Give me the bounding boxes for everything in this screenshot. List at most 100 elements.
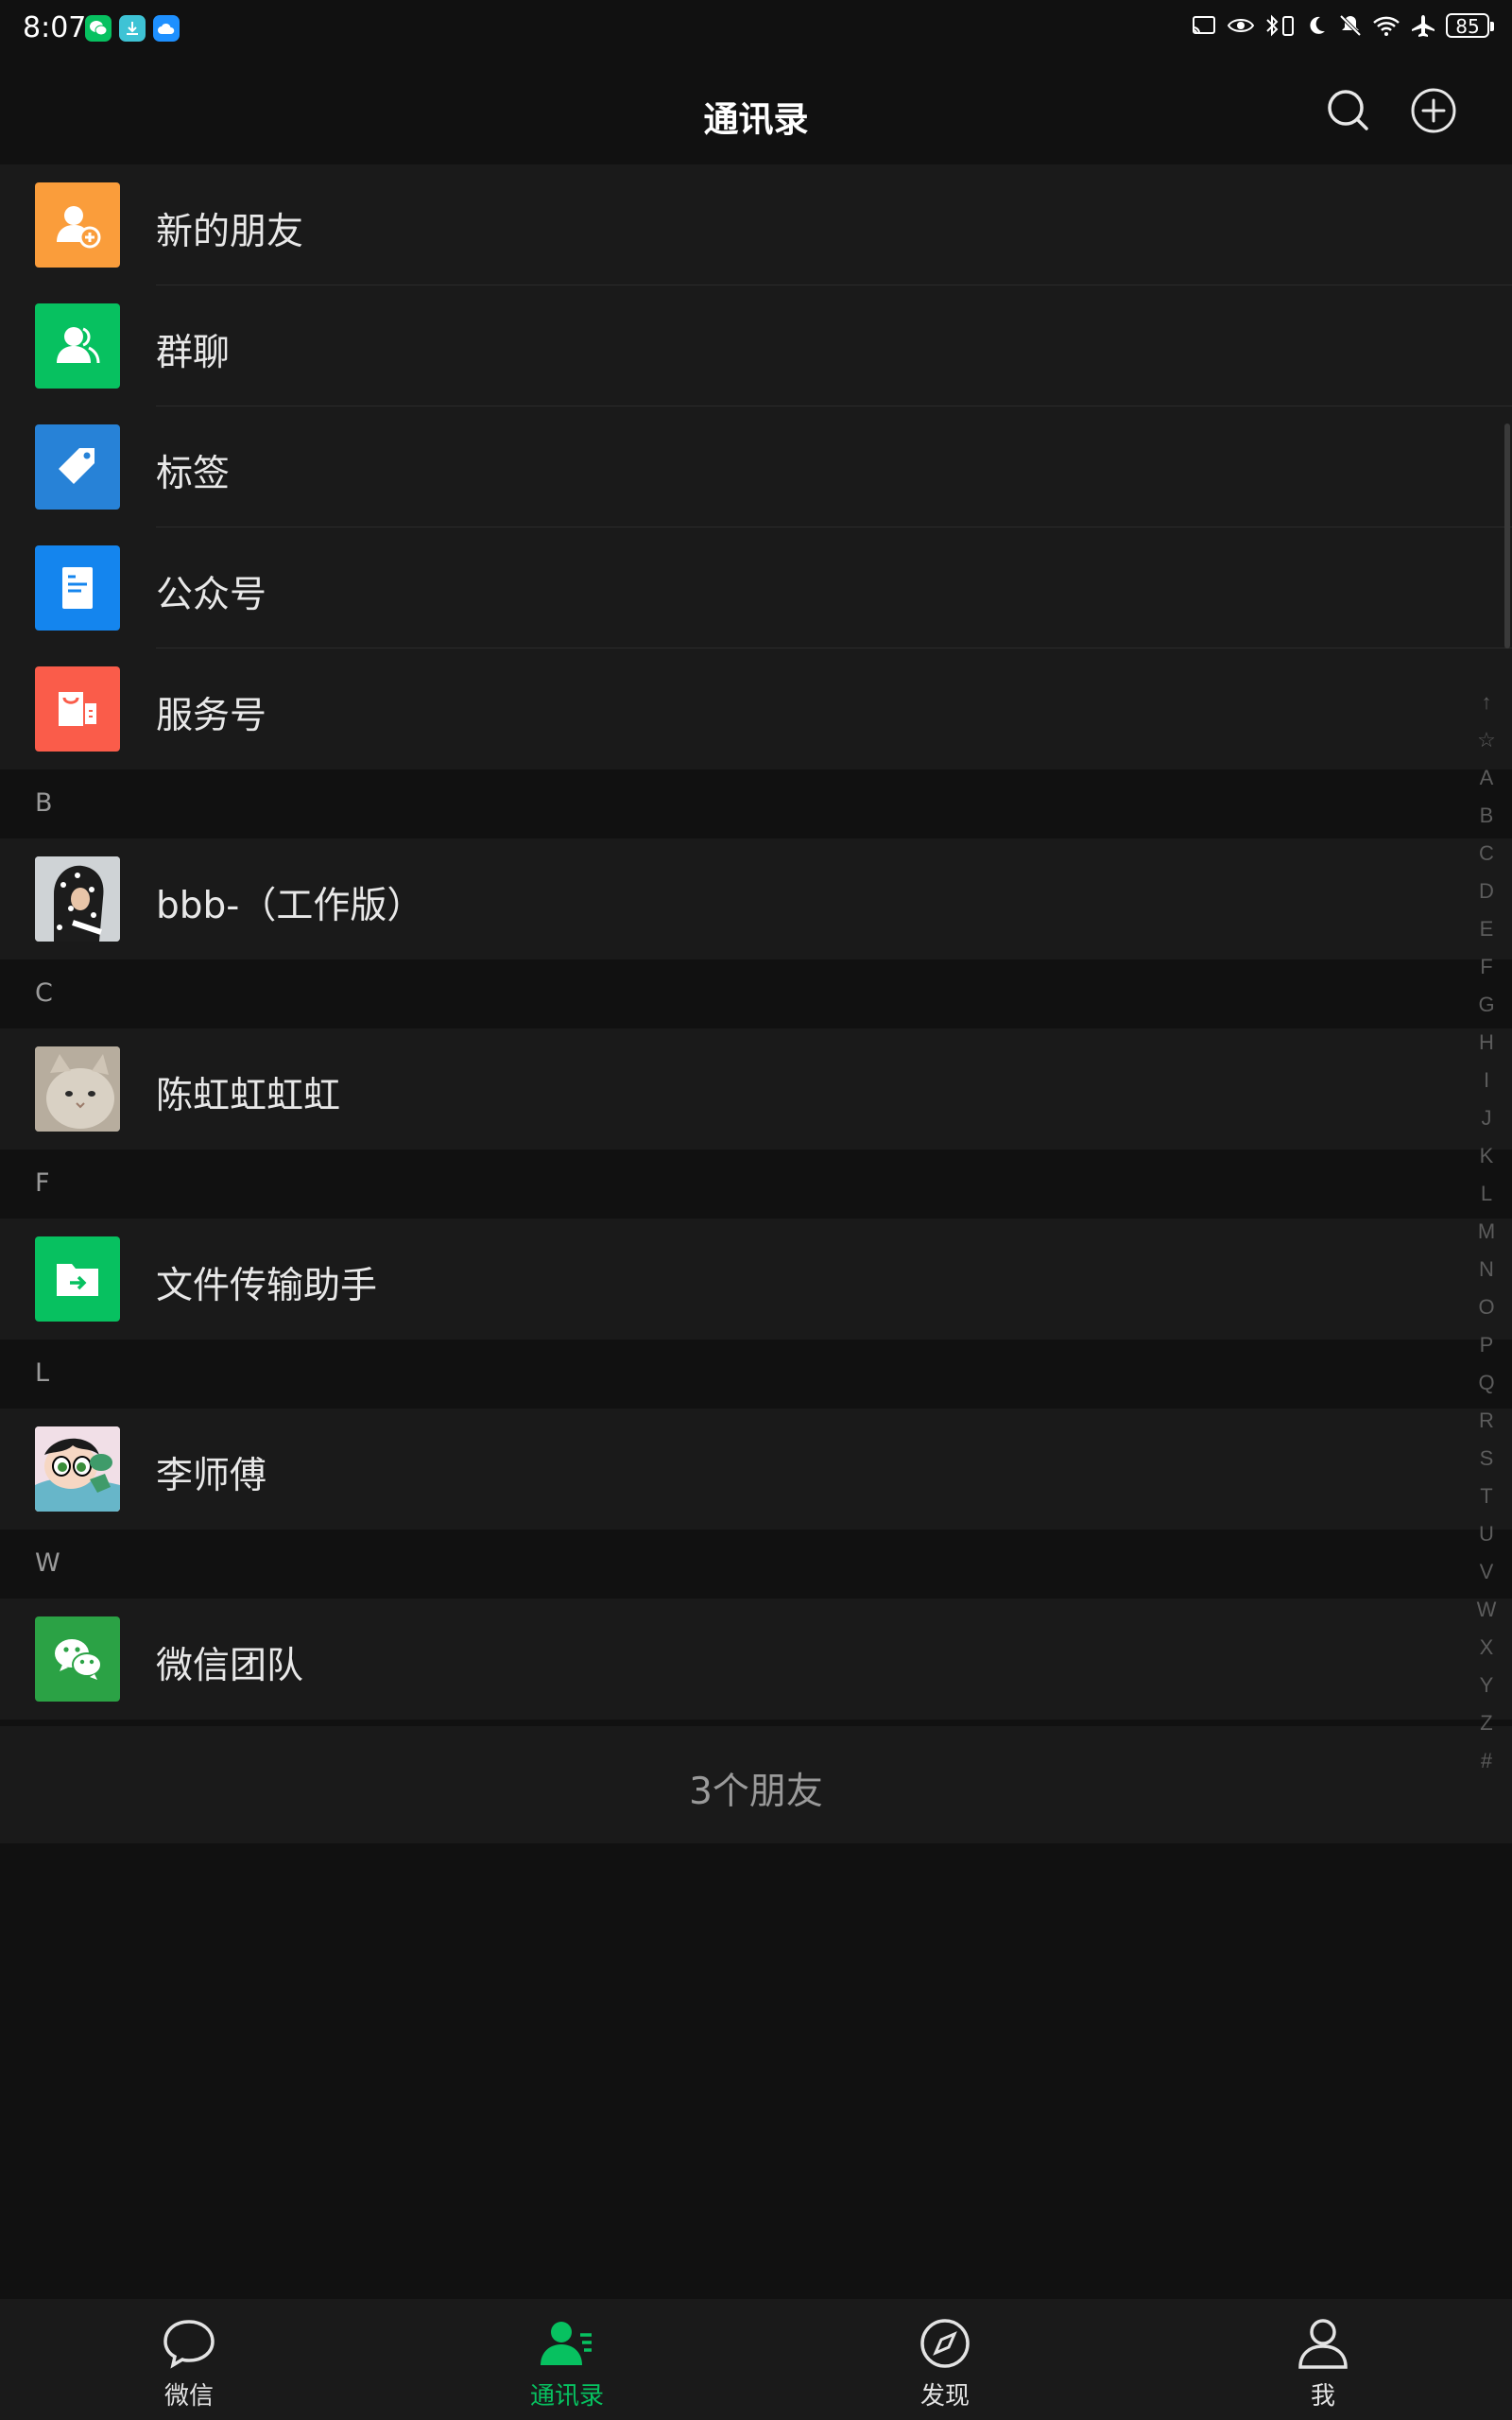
index-letter[interactable]: H [1470, 1024, 1503, 1062]
moon-icon [1310, 16, 1325, 34]
avatar [35, 856, 120, 942]
tags-item[interactable]: 标签 [0, 406, 1512, 527]
index-letter[interactable]: U [1470, 1515, 1503, 1553]
wechat-logo-icon [35, 1616, 120, 1702]
file-transfer-icon [35, 1236, 120, 1322]
bottom-navigation: 微信 通讯录 发现 我 [0, 2299, 1512, 2420]
cast-icon [1193, 16, 1215, 34]
index-letter[interactable]: E [1470, 910, 1503, 948]
wechat-notification-icon [85, 15, 112, 42]
group-chat-icon [35, 303, 120, 389]
new-friends-item[interactable]: 新的朋友 [0, 164, 1512, 285]
contact-row[interactable]: 陈虹虹虹虹 [0, 1028, 1512, 1150]
section-header-c: C [0, 959, 1512, 1028]
avatar [35, 1046, 120, 1132]
alphabet-index-bar[interactable]: ↑ ☆ A B C D E F G H I J K L M N O P Q R S T U V W X Y Z # [1470, 683, 1503, 1780]
contact-name: 微信团队 [156, 1645, 304, 1687]
index-letter[interactable]: A [1470, 759, 1503, 797]
index-letter[interactable]: B [1470, 797, 1503, 835]
section-header-w: W [0, 1530, 1512, 1599]
page-title: 通讯录 [703, 99, 809, 140]
search-button[interactable] [1325, 87, 1372, 134]
index-letter[interactable]: S [1470, 1440, 1503, 1478]
official-account-icon [35, 545, 120, 631]
contact-row[interactable]: 微信团队 [0, 1599, 1512, 1720]
feature-list: 新的朋友 群聊 标签 公众号 服务号 [0, 164, 1512, 769]
index-letter[interactable]: M [1470, 1213, 1503, 1251]
index-letter[interactable]: G [1470, 986, 1503, 1024]
feature-label: 新的朋友 [156, 211, 304, 253]
tab-label: 发现 [919, 2382, 970, 2411]
contact-name: 陈虹虹虹虹 [156, 1075, 341, 1117]
contacts-icon [541, 2322, 592, 2365]
battery-indicator: 85 [1446, 13, 1494, 38]
notification-icons [85, 15, 180, 42]
bluetooth-battery-icon [1266, 14, 1294, 37]
index-letter[interactable]: O [1470, 1288, 1503, 1326]
search-icon [1328, 90, 1368, 130]
cloud-notification-icon [153, 15, 180, 42]
index-letter[interactable]: X [1470, 1629, 1503, 1667]
tab-contacts[interactable]: 通讯录 [378, 2299, 756, 2420]
index-letter[interactable]: W [1470, 1591, 1503, 1629]
plus-circle-icon [1411, 88, 1456, 133]
avatar [35, 1426, 120, 1512]
index-letter[interactable]: ↑ [1470, 683, 1503, 721]
add-friend-icon [35, 182, 120, 268]
section-letter: L [35, 1358, 50, 1388]
contact-row[interactable]: bbb-（工作版） [0, 838, 1512, 959]
index-letter[interactable]: I [1470, 1062, 1503, 1099]
status-icons: 85 [1191, 13, 1494, 38]
compass-icon [920, 2319, 970, 2368]
eye-icon [1227, 19, 1255, 32]
tab-me[interactable]: 我 [1134, 2299, 1512, 2420]
index-letter[interactable]: # [1470, 1742, 1503, 1780]
contact-row[interactable]: 李师傅 [0, 1409, 1512, 1530]
feature-label: 服务号 [156, 695, 267, 737]
index-letter[interactable]: C [1470, 835, 1503, 873]
section-header-l: L [0, 1340, 1512, 1409]
section-letter: C [35, 978, 53, 1008]
mute-bell-icon [1339, 14, 1362, 37]
section-header-f: F [0, 1150, 1512, 1219]
download-notification-icon [119, 15, 146, 42]
index-letter[interactable]: J [1470, 1099, 1503, 1137]
contacts-list: B bbb-（工作版） C 陈虹虹虹虹 F 文件传输助手 L 李师傅 W 微信团… [0, 769, 1512, 1720]
index-letter[interactable]: ☆ [1470, 721, 1503, 759]
index-letter[interactable]: N [1470, 1251, 1503, 1288]
feature-label: 公众号 [156, 574, 267, 616]
tag-icon [35, 424, 120, 510]
tab-label: 通讯录 [529, 2382, 604, 2411]
index-letter[interactable]: Z [1470, 1704, 1503, 1742]
index-letter[interactable]: Q [1470, 1364, 1503, 1402]
airplane-icon [1412, 15, 1435, 37]
contact-name: 李师傅 [156, 1455, 267, 1497]
index-letter[interactable]: T [1470, 1478, 1503, 1515]
index-letter[interactable]: F [1470, 948, 1503, 986]
index-letter[interactable]: K [1470, 1137, 1503, 1175]
tab-chats[interactable]: 微信 [0, 2299, 378, 2420]
index-letter[interactable]: D [1470, 873, 1503, 910]
service-account-icon [35, 666, 120, 752]
wifi-icon [1373, 16, 1400, 36]
tab-discover[interactable]: 发现 [756, 2299, 1134, 2420]
service-accounts-item[interactable]: 服务号 [0, 648, 1512, 769]
index-letter[interactable]: Y [1470, 1667, 1503, 1704]
group-chats-item[interactable]: 群聊 [0, 285, 1512, 406]
index-letter[interactable]: V [1470, 1553, 1503, 1591]
official-accounts-item[interactable]: 公众号 [0, 527, 1512, 648]
status-bar: 8:07 85 [0, 0, 1512, 60]
index-letter[interactable]: L [1470, 1175, 1503, 1213]
feature-label: 群聊 [156, 332, 231, 374]
scrollbar[interactable] [1504, 424, 1510, 648]
contact-row[interactable]: 文件传输助手 [0, 1219, 1512, 1340]
top-bar: 通讯录 [0, 60, 1512, 164]
person-icon [1298, 2319, 1348, 2369]
index-letter[interactable]: P [1470, 1326, 1503, 1364]
chat-bubble-icon [163, 2320, 215, 2369]
friend-count: 3个朋友 [689, 1771, 823, 1813]
add-button[interactable] [1410, 87, 1457, 134]
feature-label: 标签 [156, 453, 231, 495]
index-letter[interactable]: R [1470, 1402, 1503, 1440]
contact-name: bbb-（工作版） [156, 885, 424, 927]
